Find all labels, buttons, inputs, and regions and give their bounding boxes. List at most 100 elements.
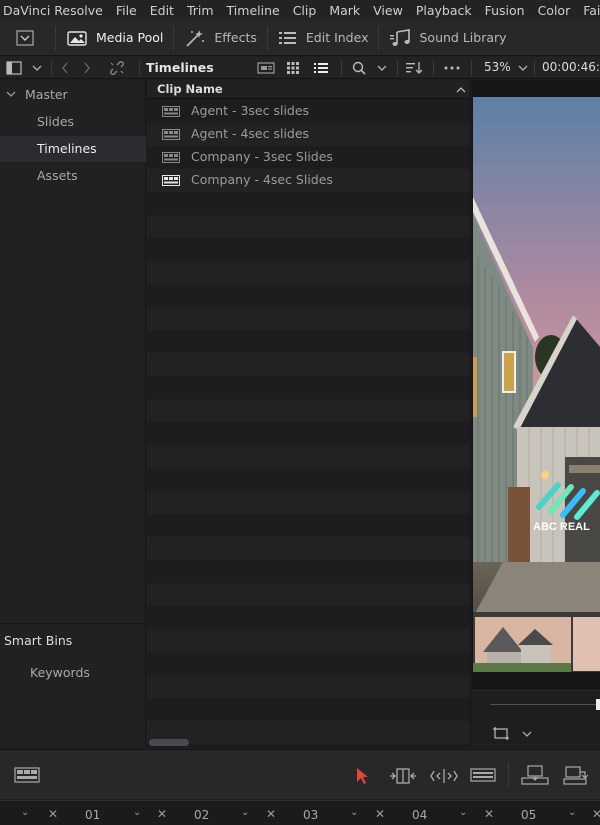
menu-fusion[interactable]: Fusion — [485, 3, 525, 18]
selection-arrow-icon[interactable] — [355, 767, 369, 785]
layout-dropdown-button[interactable] — [0, 20, 55, 56]
chevron-down-icon[interactable]: ⌄ — [350, 807, 358, 818]
more-options-icon[interactable] — [441, 60, 463, 76]
empty-row — [147, 652, 470, 675]
chevron-down-icon[interactable]: ⌄ — [459, 807, 467, 818]
chevron-down-icon[interactable]: ⌄ — [21, 807, 29, 818]
sound-library-button[interactable]: Sound Library — [379, 20, 516, 56]
sidebar-item-slides[interactable]: Slides — [0, 109, 146, 135]
empty-row — [147, 560, 470, 583]
blade-edit-icon[interactable] — [470, 768, 496, 782]
divider — [51, 60, 52, 76]
track-03[interactable]: 03 — [303, 808, 318, 822]
sidebar-toggle-icon[interactable] — [5, 60, 23, 76]
back-arrow-icon[interactable] — [58, 60, 72, 76]
close-icon[interactable]: ✕ — [484, 807, 494, 821]
playhead[interactable] — [596, 699, 600, 710]
menu-edit[interactable]: Edit — [150, 3, 174, 18]
master-bin[interactable]: Master — [0, 82, 146, 108]
trim-edit-icon[interactable] — [389, 767, 417, 785]
viewer-zoom-level[interactable]: 53% — [484, 60, 511, 74]
clip-row[interactable]: Agent - 3sec slides — [147, 100, 470, 123]
clip-row[interactable]: Company - 4sec Slides — [147, 169, 470, 192]
overwrite-clip-icon[interactable] — [562, 765, 588, 785]
sort-icon[interactable] — [404, 60, 424, 76]
forward-arrow-icon[interactable] — [80, 60, 94, 76]
menu-view[interactable]: View — [373, 3, 403, 18]
menu-playback[interactable]: Playback — [416, 3, 472, 18]
empty-row — [147, 330, 470, 353]
thumbnail-view-icon[interactable] — [256, 60, 276, 76]
menu-davinci-resolve[interactable]: DaVinci Resolve — [3, 3, 103, 18]
empty-row — [147, 353, 470, 376]
media-pool-button[interactable]: Media Pool — [56, 20, 173, 56]
track-selector-strip: ⌄ ✕ 01 ⌄ ✕ 02 ⌄ ✕ 03 ⌄ ✕ 04 ⌄ ✕ 05 ⌄ ✕ — [0, 800, 600, 825]
divider — [0, 623, 146, 624]
column-header-clip-name[interactable]: Clip Name — [147, 80, 470, 99]
bin-title: Timelines — [146, 60, 214, 75]
chevron-down-icon[interactable]: ⌄ — [133, 807, 141, 818]
chevron-down-icon[interactable] — [522, 731, 532, 738]
chevron-down-icon[interactable] — [374, 60, 390, 76]
track-02[interactable]: 02 — [194, 808, 209, 822]
timeline-icon — [162, 129, 180, 140]
track-04[interactable]: 04 — [412, 808, 427, 822]
sidebar-item-label: Timelines — [37, 141, 97, 156]
scrub-bar[interactable] — [490, 704, 600, 705]
smart-bins-header[interactable]: Smart Bins — [0, 628, 146, 654]
close-icon[interactable]: ✕ — [266, 807, 276, 821]
empty-row — [147, 721, 470, 744]
timeline-view-options-icon[interactable] — [14, 767, 40, 783]
dynamic-trim-icon[interactable] — [430, 767, 458, 785]
clip-row[interactable]: Company - 3sec Slides — [147, 146, 470, 169]
menu-clip[interactable]: Clip — [293, 3, 317, 18]
search-icon[interactable] — [350, 60, 368, 76]
close-icon[interactable]: ✕ — [157, 807, 167, 821]
close-icon[interactable]: ✕ — [592, 807, 600, 821]
list-view-icon[interactable] — [312, 60, 330, 76]
unlink-icon[interactable] — [108, 60, 126, 76]
menu-mark[interactable]: Mark — [329, 3, 360, 18]
divider — [433, 60, 434, 76]
chevron-down-icon[interactable]: ⌄ — [241, 807, 249, 818]
empty-row — [147, 675, 470, 698]
smart-bins-label: Smart Bins — [4, 633, 73, 648]
timeline-icon — [162, 152, 180, 163]
grid-view-icon[interactable] — [284, 60, 302, 76]
menu-timeline[interactable]: Timeline — [227, 3, 280, 18]
empty-row — [147, 399, 470, 422]
crop-icon[interactable] — [493, 727, 509, 740]
menu-bar: DaVinci Resolve File Edit Trim Timeline … — [0, 0, 600, 20]
sidebar-item-label: Assets — [37, 168, 78, 183]
media-pool-subbar: Timelines 53% 00:00:46:2 — [0, 57, 600, 79]
smart-bin-keywords[interactable]: Keywords — [0, 660, 146, 686]
track-01[interactable]: 01 — [85, 808, 100, 822]
menu-trim[interactable]: Trim — [187, 3, 214, 18]
music-note-icon — [390, 28, 411, 46]
insert-clip-icon[interactable] — [520, 765, 550, 785]
empty-row — [147, 606, 470, 629]
close-icon[interactable]: ✕ — [48, 807, 58, 821]
menu-fairlight[interactable]: Fairl — [583, 3, 600, 18]
clip-row[interactable]: Agent - 4sec slides — [147, 123, 470, 146]
sidebar-item-label: Slides — [37, 114, 75, 129]
sidebar-item-timelines[interactable]: Timelines — [0, 136, 146, 162]
empty-row — [147, 491, 470, 514]
divider — [397, 60, 398, 76]
edit-index-button[interactable]: Edit Index — [268, 20, 379, 56]
horizontal-scrollbar[interactable] — [149, 739, 189, 746]
sidebar-item-label: Keywords — [30, 665, 90, 680]
divider — [341, 60, 342, 76]
viewer-panel: ABC REAL — [472, 80, 600, 748]
chevron-down-icon[interactable]: ⌄ — [568, 807, 576, 818]
chevron-down-icon[interactable] — [516, 60, 530, 76]
track-05[interactable]: 05 — [521, 808, 536, 822]
chevron-down-icon[interactable] — [29, 60, 45, 76]
sidebar-item-assets[interactable]: Assets — [0, 163, 146, 189]
effects-button[interactable]: Effects — [174, 20, 267, 56]
menu-file[interactable]: File — [116, 3, 137, 18]
close-icon[interactable]: ✕ — [375, 807, 385, 821]
menu-color[interactable]: Color — [538, 3, 571, 18]
toolbar-divider — [508, 762, 509, 788]
empty-row — [147, 698, 470, 721]
